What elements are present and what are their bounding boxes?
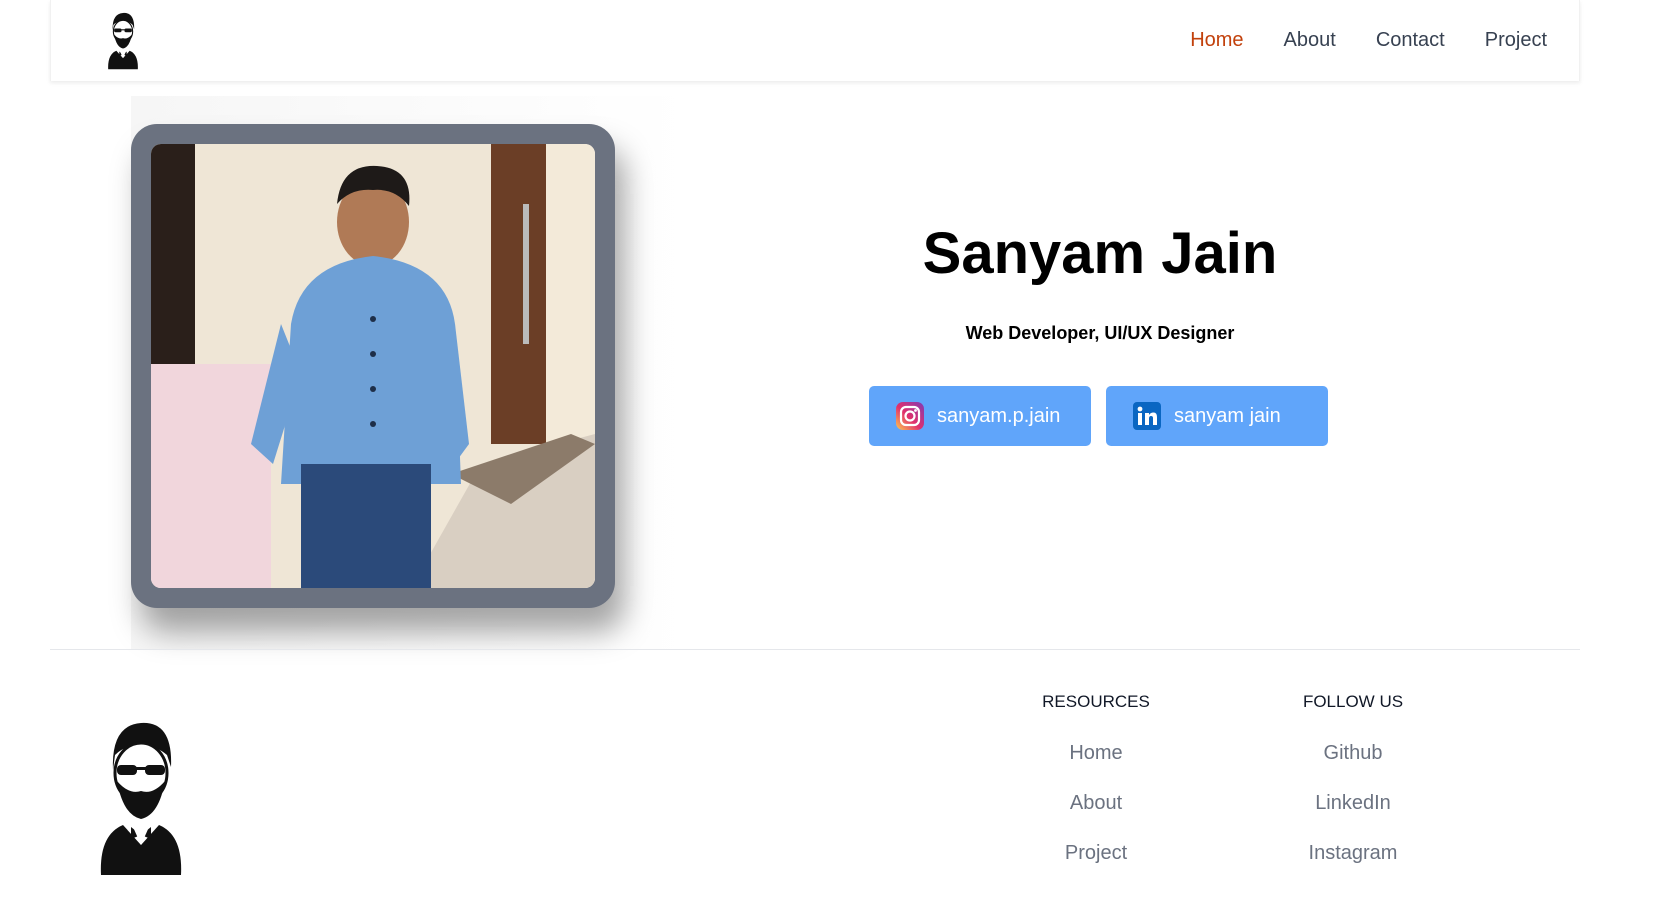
nav-link-about[interactable]: About [1284, 29, 1336, 52]
footer-resources-title: RESOURCES [1042, 692, 1150, 711]
linkedin-button[interactable]: sanyam jain [1106, 386, 1328, 446]
linkedin-icon [1133, 402, 1161, 430]
footer-resources: RESOURCES Home About Project [996, 692, 1196, 865]
footer-link-linkedin[interactable]: LinkedIn [1253, 792, 1453, 815]
footer-link-instagram[interactable]: Instagram [1253, 842, 1453, 865]
nav-link-home[interactable]: Home [1190, 29, 1243, 52]
profile-photo [151, 144, 595, 588]
footer-link-about[interactable]: About [996, 792, 1196, 815]
footer-link-home[interactable]: Home [996, 742, 1196, 765]
profile-role: Web Developer, UI/UX Designer [965, 323, 1235, 343]
footer-link-github[interactable]: Github [1253, 742, 1453, 765]
bearded-man-logo-icon[interactable] [103, 10, 143, 70]
bearded-man-logo-icon [100, 722, 182, 875]
instagram-icon [896, 402, 924, 430]
profile-name: Sanyam Jain [922, 221, 1278, 286]
nav-link-contact[interactable]: Contact [1376, 29, 1445, 52]
site-header: Home About Contact Project [50, 0, 1580, 81]
linkedin-handle: sanyam jain [1174, 404, 1281, 427]
instagram-button[interactable]: sanyam.p.jain [869, 386, 1091, 446]
main-nav: Home About Contact Project [1190, 0, 1547, 81]
footer-link-project[interactable]: Project [996, 842, 1196, 865]
footer-divider [50, 649, 1580, 650]
page: Home About Contact Project Sanyam Jain W… [0, 0, 1673, 897]
instagram-handle: sanyam.p.jain [937, 404, 1061, 427]
profile-photo-image [151, 144, 595, 588]
nav-link-project[interactable]: Project [1485, 29, 1547, 52]
footer-follow-title: FOLLOW US [1302, 692, 1404, 711]
footer-follow: FOLLOW US Github LinkedIn Instagram [1253, 692, 1453, 865]
